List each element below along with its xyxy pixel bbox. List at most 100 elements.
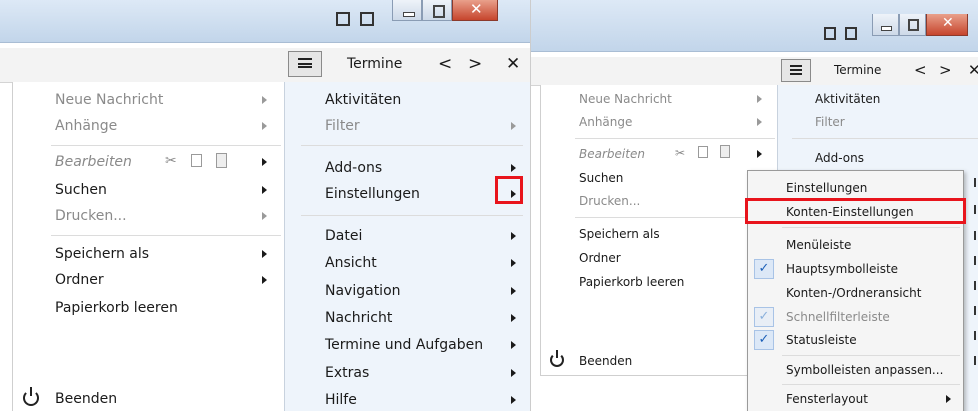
submenu-arrow-icon — [262, 186, 267, 194]
cut-icon[interactable]: ✂ — [675, 144, 685, 162]
menu-label: Menüleiste — [786, 238, 852, 252]
submenu-arrow-icon — [511, 259, 516, 267]
einstellungen-popup: Einstellungen Konten-Einstellungen Menül… — [745, 170, 966, 411]
submenu-arrow-icon — [511, 396, 516, 404]
menu-label: Filter — [815, 115, 845, 129]
menu-label: Fensterlayout — [786, 392, 868, 406]
submenu-arrow-icon — [946, 395, 951, 403]
menu-label: Ansicht — [325, 255, 377, 271]
submenu-edge-tick — [974, 281, 976, 290]
menu-label: Termine und Aufgaben — [325, 337, 484, 353]
right-titlebar: ✕ — [531, 0, 978, 52]
highlight-box — [495, 176, 523, 204]
menu-label: Aktivitäten — [325, 92, 402, 108]
menu-label: Einstellungen — [325, 186, 420, 202]
menu-separator — [792, 138, 978, 139]
menu-label: Suchen — [55, 182, 107, 198]
menu-label: Extras — [325, 365, 370, 381]
menu-label: Anhänge — [55, 118, 118, 134]
left-panel: ✕ Termine < > ✕ Neue Nachricht Anhänge B… — [0, 0, 531, 411]
app-menu-button[interactable] — [781, 59, 811, 82]
menu-separator — [782, 227, 960, 228]
back-arrow-icon[interactable]: < — [438, 54, 452, 74]
menu-label: Papierkorb leeren — [55, 300, 178, 316]
cut-icon[interactable]: ✂ — [165, 152, 177, 170]
sub-menu: Aktivitäten Filter Add-ons Einstellungen… — [284, 82, 531, 411]
menu-label: Schnellfilterleiste — [786, 310, 890, 324]
submenu-arrow-icon — [511, 190, 516, 198]
submenu-arrow-icon — [511, 122, 516, 130]
submenu-arrow-icon — [511, 232, 516, 240]
calendar-tab-title[interactable]: Termine — [347, 56, 402, 72]
menu-label: Konten-/Ordneransicht — [786, 286, 922, 300]
menu-label: Add-ons — [325, 160, 383, 176]
calendar-tab-title[interactable]: Termine — [834, 63, 881, 77]
forward-arrow-icon[interactable]: > — [939, 61, 952, 79]
menu-label: Hilfe — [325, 392, 357, 408]
menu-label: Konten-Einstellungen — [786, 205, 914, 219]
menu-separator — [575, 138, 775, 139]
menu-separator — [782, 355, 960, 356]
close-button[interactable]: ✕ — [452, 0, 498, 21]
copy-icon[interactable] — [191, 154, 202, 167]
forward-arrow-icon[interactable]: > — [468, 54, 482, 74]
maximize-button[interactable] — [899, 14, 926, 36]
menu-label: Papierkorb leeren — [579, 275, 685, 289]
tasks-icon[interactable] — [360, 12, 374, 26]
close-button[interactable]: ✕ — [926, 14, 968, 36]
menu-label: Bearbeiten — [55, 154, 132, 170]
power-icon-stem — [556, 350, 558, 358]
calendar-icon[interactable] — [824, 27, 836, 40]
close-tab-icon[interactable]: ✕ — [968, 61, 978, 79]
menu-label: Drucken... — [55, 208, 127, 224]
main-menu: Neue Nachricht Anhänge Bearbeiten ✂ Such… — [540, 85, 778, 376]
menu-label: Speichern als — [55, 246, 150, 262]
menu-label: Beenden — [55, 391, 118, 407]
right-panel: ✕ Termine < > ✕ Neue Nachricht Anhänge B… — [531, 0, 978, 411]
submenu-edge-tick — [974, 178, 976, 187]
menu-label: Drucken... — [579, 194, 641, 208]
menu-label: Neue Nachricht — [55, 92, 164, 108]
menu-label: Anhänge — [579, 115, 633, 129]
paste-icon[interactable] — [720, 145, 730, 158]
submenu-arrow-icon — [511, 314, 516, 322]
submenu-edge-tick — [974, 331, 976, 340]
menu-label: Ordner — [579, 251, 621, 265]
minimize-button[interactable] — [872, 14, 899, 36]
submenu-arrow-icon — [757, 118, 762, 126]
menu-label: Hauptsymbolleiste — [786, 262, 899, 276]
menu-label: Navigation — [325, 283, 401, 299]
checkmark-icon: ✓ — [754, 330, 774, 350]
close-tab-icon[interactable]: ✕ — [506, 54, 520, 74]
menu-label: Beenden — [579, 354, 633, 368]
menu-label: Datei — [325, 228, 363, 244]
back-arrow-icon[interactable]: < — [914, 61, 927, 79]
menu-separator — [782, 384, 960, 385]
menu-label: Speichern als — [579, 227, 660, 241]
minimize-button[interactable] — [392, 0, 422, 21]
right-toolbar: Termine < > ✕ — [531, 57, 978, 86]
submenu-arrow-icon — [262, 96, 267, 104]
menu-label: Suchen — [579, 171, 624, 185]
calendar-icon[interactable] — [336, 12, 350, 26]
main-menu: Neue Nachricht Anhänge Bearbeiten ✂ Such… — [12, 82, 285, 411]
menu-label: Einstellungen — [786, 181, 868, 195]
copy-icon[interactable] — [698, 146, 708, 158]
menu-label: Ordner — [55, 272, 104, 288]
minimize-icon — [881, 26, 892, 31]
submenu-arrow-icon — [262, 158, 267, 166]
hamburger-middle-line — [298, 63, 312, 65]
menu-label: Neue Nachricht — [579, 92, 672, 106]
maximize-button[interactable] — [422, 0, 452, 21]
menu-separator — [51, 145, 281, 146]
menu-label: Aktivitäten — [815, 92, 881, 106]
maximize-icon — [908, 19, 919, 31]
menu-label: Statusleiste — [786, 333, 857, 347]
hamburger-middle-line — [790, 69, 802, 71]
menu-separator — [301, 145, 523, 146]
paste-icon[interactable] — [216, 153, 227, 168]
app-menu-button[interactable] — [288, 51, 322, 77]
tasks-icon[interactable] — [845, 27, 857, 40]
submenu-arrow-icon — [757, 150, 762, 158]
menu-separator — [51, 235, 281, 236]
